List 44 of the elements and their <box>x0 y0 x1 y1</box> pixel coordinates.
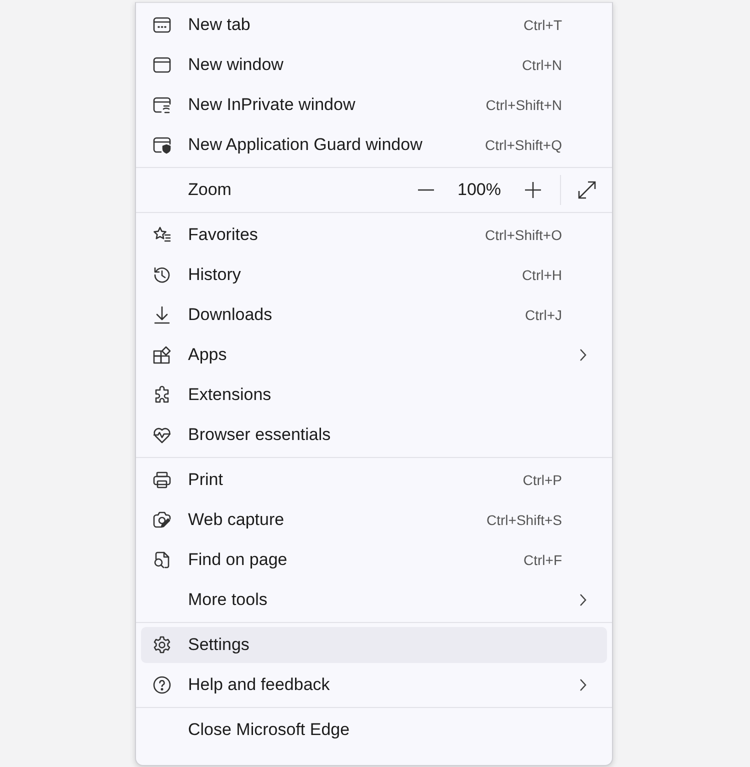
menu-item[interactable]: New InPrivate window Ctrl+Shift+N <box>141 87 607 123</box>
zoom-value: 100% <box>458 180 501 200</box>
page-search-icon <box>152 550 172 570</box>
private-window-icon <box>152 95 172 115</box>
shortcut-text: Ctrl+P <box>522 472 562 488</box>
history-icon <box>152 265 172 285</box>
shortcut-text: Ctrl+Shift+Q <box>484 137 562 153</box>
settings-icon <box>152 635 172 655</box>
menu-item[interactable]: New window Ctrl+N <box>141 47 607 83</box>
window-icon <box>152 55 172 75</box>
help-icon <box>152 675 172 695</box>
menu-item[interactable]: New tab Ctrl+T <box>141 7 607 43</box>
menu-item[interactable]: More tools <box>141 582 607 618</box>
shortcut-text: Ctrl+T <box>524 17 562 33</box>
menu-item[interactable]: Extensions <box>141 377 607 413</box>
menu-item[interactable]: Downloads Ctrl+J <box>141 297 607 333</box>
tab-icon <box>152 15 172 35</box>
shield-window-icon <box>152 135 172 155</box>
menu-item[interactable]: History Ctrl+H <box>141 257 607 293</box>
shortcut-text: Ctrl+Shift+S <box>486 512 562 528</box>
shortcut-text: Ctrl+H <box>522 267 562 283</box>
shortcut-text: Ctrl+Shift+N <box>486 97 562 113</box>
menu-item[interactable]: Browser essentials <box>141 417 607 453</box>
plus-icon[interactable] <box>523 180 543 200</box>
camera-pen-icon <box>152 510 172 530</box>
menu-item[interactable]: Help and feedback <box>141 667 607 703</box>
menu-item[interactable]: Web capture Ctrl+Shift+S <box>141 502 607 538</box>
menu-item[interactable]: Favorites Ctrl+Shift+O <box>141 217 607 253</box>
heartbeat-icon <box>152 425 172 445</box>
shortcut-text: Ctrl+F <box>524 552 562 568</box>
menu-item[interactable]: Settings <box>141 627 607 663</box>
menu-item[interactable]: Apps <box>141 337 607 373</box>
shortcut-text: Ctrl+Shift+O <box>484 227 562 243</box>
menu-item[interactable]: Print Ctrl+P <box>141 462 607 498</box>
menu-item[interactable]: Find on page Ctrl+F <box>141 542 607 578</box>
fullscreen-icon[interactable] <box>577 180 597 200</box>
shortcut-text: Ctrl+J <box>525 307 562 323</box>
menu-item[interactable]: Close Microsoft Edge <box>141 712 607 748</box>
shortcut-text: Ctrl+N <box>522 57 562 73</box>
zoom-label: Zoom <box>188 180 232 200</box>
download-icon <box>152 305 172 325</box>
apps-icon <box>152 345 172 365</box>
printer-icon <box>152 470 172 490</box>
menu-item[interactable]: New Application Guard window Ctrl+Shift+Q <box>141 127 607 163</box>
